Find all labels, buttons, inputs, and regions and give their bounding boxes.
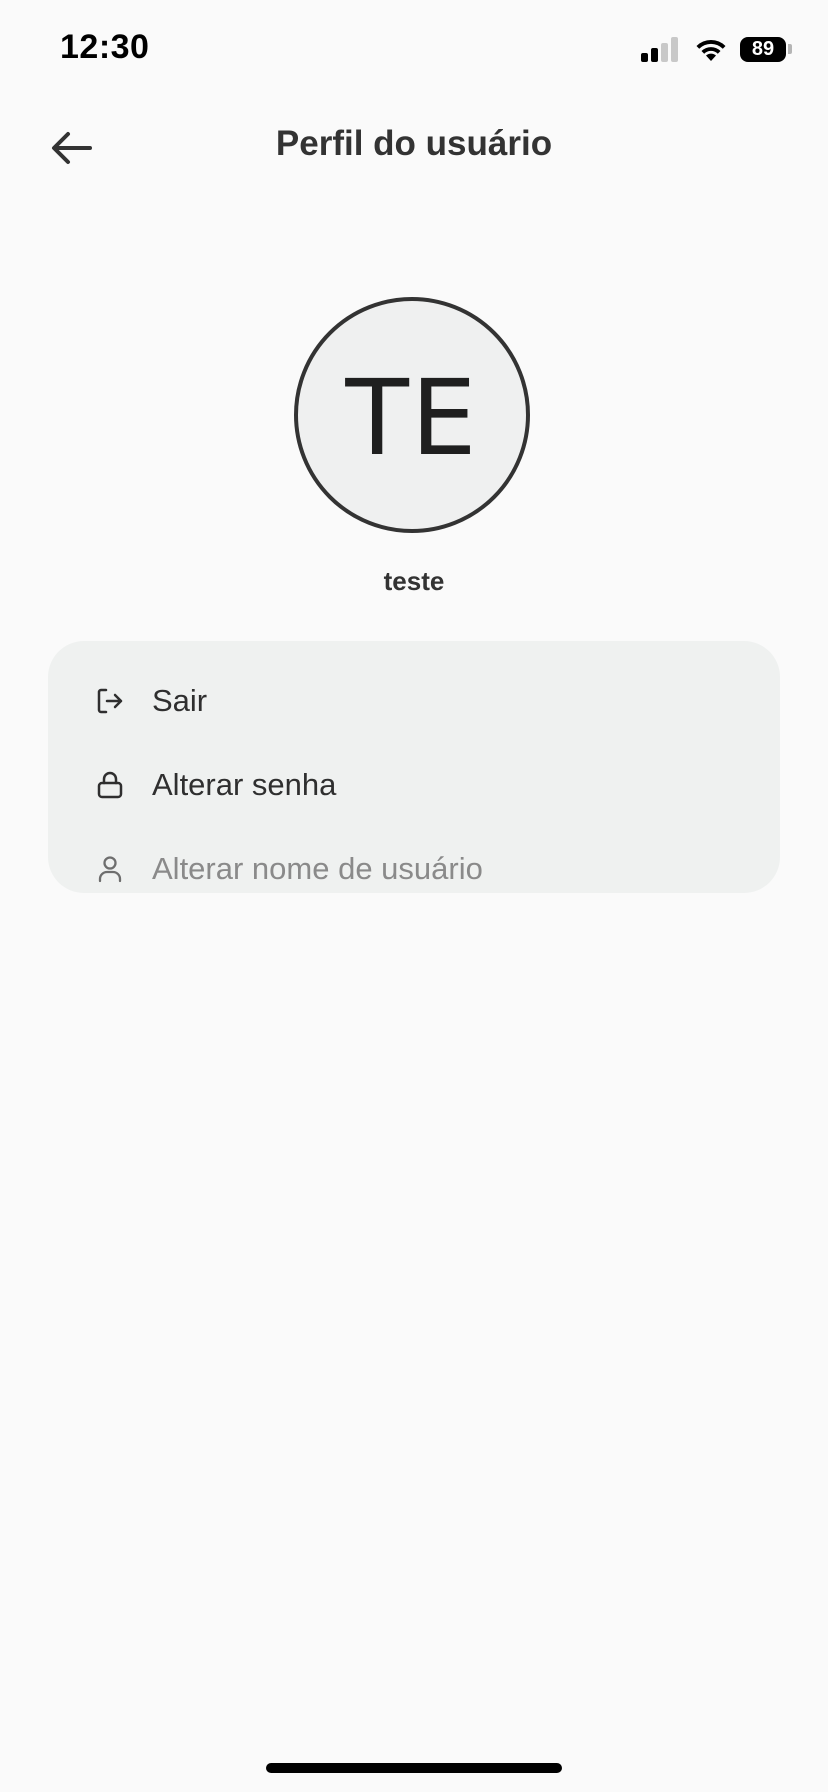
header: Perfil do usuário	[0, 100, 828, 190]
home-indicator[interactable]	[266, 1763, 562, 1773]
avatar: TE	[294, 297, 530, 533]
change-password-button[interactable]: Alterar senha	[48, 743, 780, 827]
logout-icon	[94, 685, 126, 717]
user-icon	[94, 853, 126, 885]
lock-icon	[94, 769, 126, 801]
status-time: 12:30	[60, 28, 150, 66]
wifi-icon	[696, 39, 726, 61]
logout-label: Sair	[152, 683, 208, 718]
status-icons: 89	[641, 34, 792, 64]
status-bar: 12:30 89	[0, 0, 828, 100]
cellular-signal-icon	[641, 36, 678, 62]
change-password-label: Alterar senha	[152, 767, 337, 802]
page-title: Perfil do usuário	[275, 124, 553, 163]
battery-icon: 89	[740, 36, 786, 62]
change-username-button[interactable]: Alterar nome de usuário	[48, 827, 780, 911]
battery-level: 89	[751, 37, 775, 60]
battery-nub	[788, 44, 792, 54]
logout-button[interactable]: Sair	[48, 659, 780, 743]
change-username-label: Alterar nome de usuário	[152, 851, 483, 886]
avatar-initials: TE	[345, 357, 479, 479]
profile-menu: Sair Alterar senha Alterar nome de usuár…	[48, 641, 780, 893]
username: teste	[383, 566, 445, 596]
